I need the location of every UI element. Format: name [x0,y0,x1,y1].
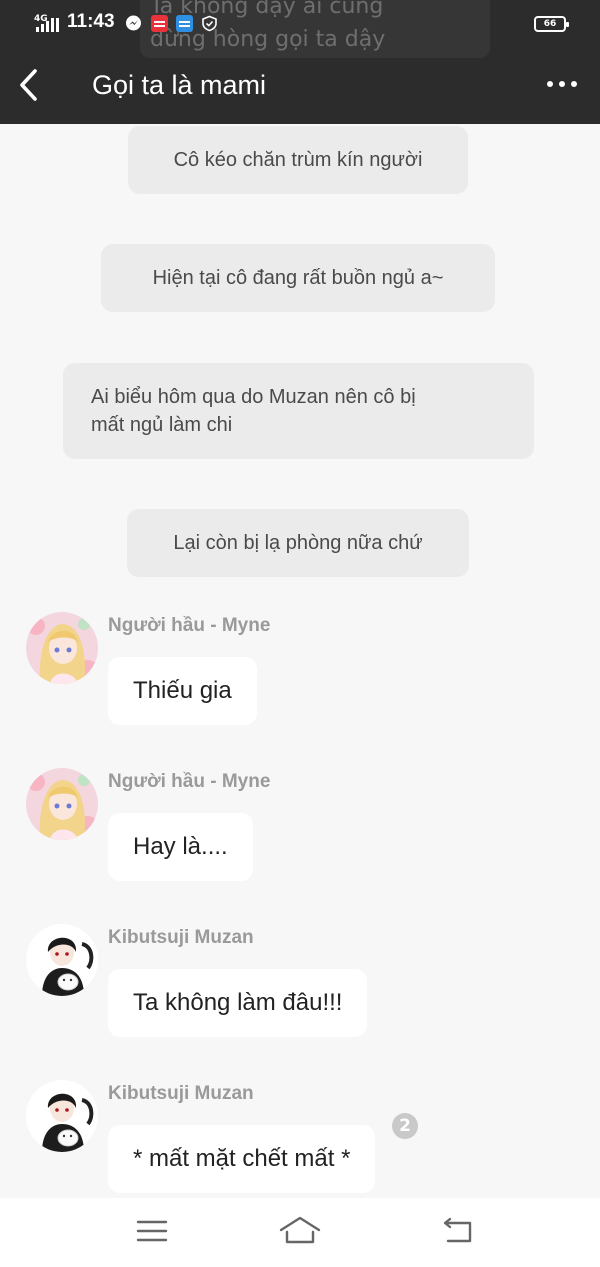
comment-count-badge[interactable]: 2 [392,1113,418,1139]
avatar-myne[interactable] [26,612,98,684]
narration-text-line-2: mất ngủ làm chi [91,414,233,436]
narration-text-line-1: Ai biểu hôm qua do Muzan nên cô bị [91,386,416,408]
avatar-myne[interactable] [26,768,98,840]
menu-icon [136,1220,168,1242]
message-bubble[interactable]: Thiếu gia [108,657,257,725]
status-time: 11:43 [67,11,115,32]
message-bubble[interactable]: Hay là.... [108,813,253,881]
narration-message: Hiện tại cô đang rất buồn ngủ a~ [101,244,495,312]
narration-message: Ai biểu hôm qua do Muzan nên cô bị mất n… [63,363,534,459]
message-text: * mất mặt chết mất * [133,1145,351,1172]
more-options-button[interactable] [544,72,580,96]
narration-message: Lại còn bị lạ phòng nữa chứ [127,509,469,577]
sender-name: Người hầu - Myne [108,771,271,792]
sender-name: Kibutsuji Muzan [108,927,254,948]
home-button[interactable] [278,1214,322,1248]
signal-icon: 4G [34,14,62,34]
messenger-icon [125,15,142,32]
top-bar: Ta không dạy ai cũng đừng hòng gọi ta dậ… [0,0,600,124]
shield-icon [201,15,218,32]
narration-text: Lại còn bị lạ phòng nữa chứ [173,532,423,554]
novel-toon-icon [176,15,193,32]
narration-text: Hiện tại cô đang rất buồn ngủ a~ [152,267,444,289]
narration-message: Cô kéo chăn trùm kín người [128,126,468,194]
battery-icon: 66 [534,16,569,32]
chevron-left-icon [20,69,37,101]
back-button[interactable] [16,68,42,102]
message-text: Thiếu gia [133,677,232,704]
message-text: Hay là.... [133,833,228,860]
avatar-muzan[interactable] [26,924,98,996]
status-bar: 4G 11:43 66 [0,0,600,48]
more-dots-icon [547,81,553,87]
message-bubble[interactable]: Ta không làm đâu!!! [108,969,368,1037]
avatar-muzan[interactable] [26,1080,98,1152]
message-bubble[interactable]: * mất mặt chết mất * [108,1125,376,1193]
menu-button[interactable] [132,1214,172,1248]
navigation-bar [0,1198,600,1267]
return-icon [443,1217,472,1243]
message-text: Ta không làm đâu!!! [133,989,343,1016]
manga-toon-icon [151,15,168,32]
sender-name: Người hầu - Myne [108,615,271,636]
return-button[interactable] [438,1214,478,1248]
home-icon [279,1216,321,1244]
sender-name: Kibutsuji Muzan [108,1083,254,1104]
narration-text: Cô kéo chăn trùm kín người [173,149,423,171]
chat-title: Gọi ta là mami [92,70,267,100]
